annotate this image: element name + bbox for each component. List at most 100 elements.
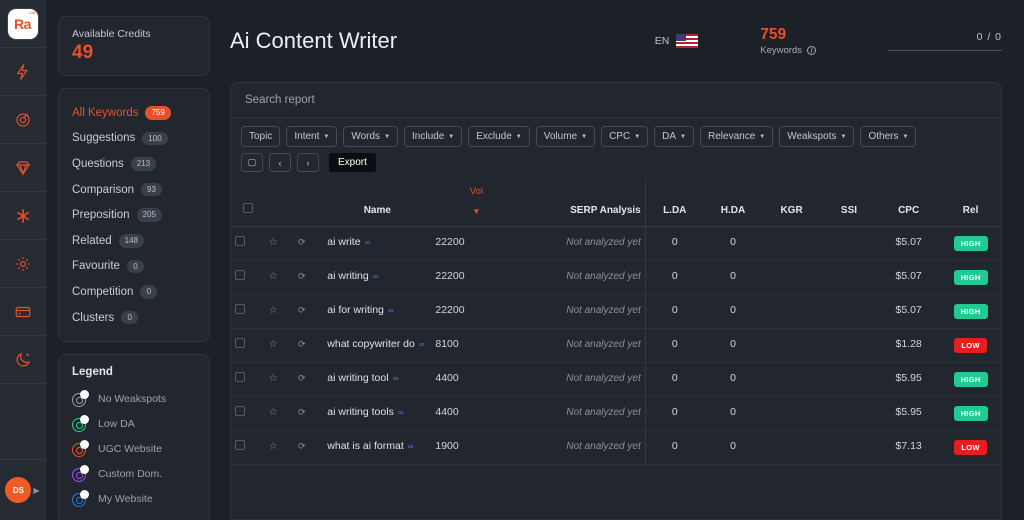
expand-rail-icon[interactable]: ▶ — [33, 486, 39, 495]
table-row[interactable]: ☆ ⟳ what copywriter do ∞ 8100 Not analyzed ye… — [231, 328, 1001, 363]
nav-item-favourite[interactable]: Favourite 0 — [72, 254, 196, 280]
row-name-cell[interactable]: ai write ∞ — [323, 226, 432, 261]
row-select-cell[interactable] — [231, 430, 265, 465]
row-select-cell[interactable] — [231, 260, 265, 295]
chevron-right-icon[interactable]: › — [297, 153, 319, 172]
filter-weakspots[interactable]: Weakspots ▼ — [779, 126, 855, 147]
row-refresh-cell[interactable]: ⟳ — [294, 396, 324, 431]
refresh-icon[interactable]: ⟳ — [298, 373, 306, 383]
row-checkbox[interactable] — [235, 406, 245, 416]
row-checkbox[interactable] — [235, 440, 245, 450]
row-favourite-cell[interactable]: ☆ — [264, 396, 295, 431]
filter-da[interactable]: DA ▼ — [654, 126, 694, 147]
row-checkbox[interactable] — [235, 338, 245, 348]
link-icon[interactable]: ∞ — [419, 340, 425, 349]
select-all-checkbox[interactable] — [242, 203, 253, 213]
chevron-left-icon[interactable]: ‹ — [269, 153, 291, 172]
filter-relevance[interactable]: Relevance ▼ — [700, 126, 774, 147]
rail-item-target[interactable] — [0, 96, 45, 144]
row-name-cell[interactable]: ai writing tool ∞ — [323, 362, 432, 397]
rail-item-theme[interactable] — [0, 336, 45, 384]
app-logo[interactable]: Ra LAB — [0, 0, 45, 48]
row-refresh-cell[interactable]: ⟳ — [294, 260, 324, 295]
language-selector[interactable]: EN — [655, 34, 699, 48]
star-icon[interactable]: ☆ — [269, 237, 278, 248]
table-row[interactable]: ☆ ⟳ ai writing tool ∞ 4400 Not analyzed yet 0 0… — [231, 362, 1001, 397]
row-name-cell[interactable]: ai writing tools ∞ — [323, 396, 432, 431]
refresh-icon[interactable]: ⟳ — [298, 407, 306, 417]
nav-item-suggestions[interactable]: Suggestions 100 — [72, 126, 196, 152]
row-favourite-cell[interactable]: ☆ — [264, 226, 295, 261]
search-report-row[interactable]: Search report — [231, 83, 1001, 118]
table-row[interactable]: ☆ ⟳ ai writing ∞ 22200 Not analyzed yet 0 0 $5.0… — [231, 260, 1001, 295]
clipboard-icon[interactable]: ▢ — [241, 153, 263, 172]
filter-topic[interactable]: Topic — [241, 126, 281, 147]
rail-item-bolt[interactable] — [0, 48, 45, 96]
filter-volume[interactable]: Volume ▼ — [535, 126, 596, 147]
link-icon[interactable]: ∞ — [388, 306, 394, 315]
nav-item-comparison[interactable]: Comparison 93 — [72, 177, 196, 203]
refresh-icon[interactable]: ⟳ — [298, 441, 306, 451]
row-name-cell[interactable]: what copywriter do ∞ — [323, 328, 432, 363]
link-icon[interactable]: ∞ — [393, 374, 399, 383]
nav-item-clusters[interactable]: Clusters 0 — [72, 305, 196, 331]
filter-words[interactable]: Words ▼ — [343, 126, 399, 147]
star-icon[interactable]: ☆ — [269, 271, 278, 282]
row-checkbox[interactable] — [235, 372, 245, 382]
row-select-cell[interactable] — [231, 396, 265, 431]
nav-item-related[interactable]: Related 148 — [72, 228, 196, 254]
nav-item-questions[interactable]: Questions 213 — [72, 151, 196, 177]
row-favourite-cell[interactable]: ☆ — [264, 362, 295, 397]
star-icon[interactable]: ☆ — [269, 339, 278, 350]
avatar[interactable]: DS — [5, 477, 32, 503]
export-button[interactable]: Export — [329, 153, 376, 172]
star-icon[interactable]: ☆ — [269, 407, 278, 418]
row-refresh-cell[interactable]: ⟳ — [294, 328, 324, 363]
rail-item-diamond[interactable] — [0, 144, 45, 192]
vol-header[interactable]: Vol ▼ — [431, 180, 522, 227]
row-favourite-cell[interactable]: ☆ — [264, 430, 295, 465]
row-name-cell[interactable]: what is ai format ∞ — [323, 430, 432, 465]
link-icon[interactable]: ∞ — [398, 408, 404, 417]
rail-item-settings[interactable] — [0, 240, 45, 288]
row-refresh-cell[interactable]: ⟳ — [294, 294, 324, 329]
info-icon[interactable]: i — [807, 45, 816, 56]
row-refresh-cell[interactable]: ⟳ — [294, 226, 324, 261]
table-row[interactable]: ☆ ⟳ what is ai format ∞ 1900 Not analyzed yet… — [231, 430, 1001, 465]
link-icon[interactable]: ∞ — [365, 238, 371, 247]
link-icon[interactable]: ∞ — [373, 272, 379, 281]
rail-item-billing[interactable] — [0, 288, 45, 336]
row-refresh-cell[interactable]: ⟳ — [294, 362, 324, 397]
row-favourite-cell[interactable]: ☆ — [264, 294, 295, 329]
row-checkbox[interactable] — [235, 236, 245, 246]
row-checkbox[interactable] — [235, 304, 245, 314]
nav-item-preposition[interactable]: Preposition 205 — [72, 202, 196, 228]
star-icon[interactable]: ☆ — [269, 441, 278, 452]
table-row[interactable]: ☆ ⟳ ai write ∞ 22200 Not analyzed yet 0 0 $5.07 H… — [231, 226, 1001, 261]
row-favourite-cell[interactable]: ☆ — [264, 328, 295, 363]
name-header[interactable]: Name — [323, 180, 432, 227]
row-checkbox[interactable] — [235, 270, 245, 280]
row-select-cell[interactable] — [231, 294, 265, 329]
filter-include[interactable]: Include ▼ — [404, 126, 463, 147]
star-icon[interactable]: ☆ — [269, 373, 278, 384]
row-name-cell[interactable]: ai for writing ∞ — [323, 294, 432, 329]
table-row[interactable]: ☆ ⟳ ai writing tools ∞ 4400 Not analyzed yet 0… — [231, 396, 1001, 431]
nav-item-all-keywords[interactable]: All Keywords 759 — [72, 100, 196, 126]
filter-cpc[interactable]: CPC ▼ — [601, 126, 649, 147]
link-icon[interactable]: ∞ — [408, 442, 414, 451]
rail-profile[interactable]: DS ▶ — [0, 460, 45, 520]
refresh-icon[interactable]: ⟳ — [298, 237, 306, 247]
refresh-icon[interactable]: ⟳ — [298, 339, 306, 349]
table-row[interactable]: ☆ ⟳ ai for writing ∞ 22200 Not analyzed yet 0 0… — [231, 294, 1001, 329]
row-refresh-cell[interactable]: ⟳ — [294, 430, 324, 465]
select-all-header[interactable] — [231, 180, 265, 227]
filter-others[interactable]: Others ▼ — [860, 126, 917, 147]
row-select-cell[interactable] — [231, 362, 265, 397]
row-name-cell[interactable]: ai writing ∞ — [323, 260, 432, 295]
row-favourite-cell[interactable]: ☆ — [264, 260, 295, 295]
rail-item-asterisk[interactable] — [0, 192, 45, 240]
refresh-icon[interactable]: ⟳ — [298, 271, 306, 281]
refresh-icon[interactable]: ⟳ — [298, 305, 306, 315]
row-select-cell[interactable] — [231, 226, 265, 261]
